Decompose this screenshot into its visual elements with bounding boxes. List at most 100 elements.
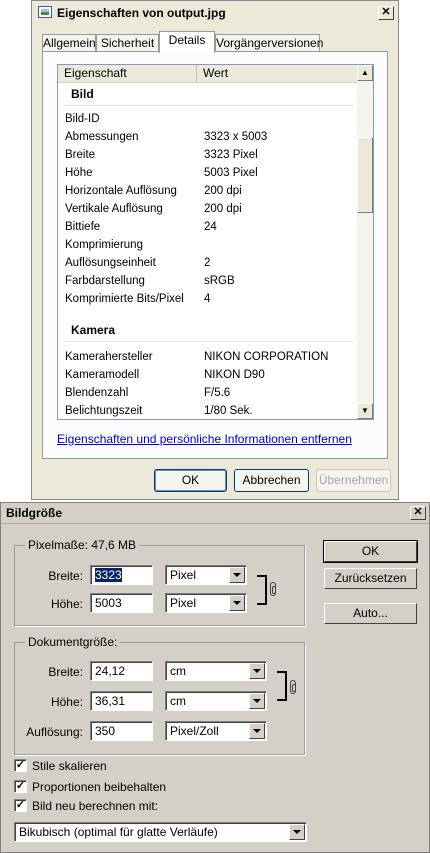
property-row[interactable]: Kamerahersteller NIKON CORPORATION [58, 348, 358, 366]
property-value: 3323 x 5003 [204, 131, 268, 143]
resample-method-select[interactable]: Bikubisch (optimal für glatte Verläufe) [14, 822, 307, 842]
ok-button[interactable]: OK [154, 469, 227, 492]
column-header-property[interactable]: Eigenschaft [58, 65, 197, 82]
property-value: 5003 Pixel [204, 167, 258, 179]
pixel-height-value: 5003 [95, 596, 122, 610]
property-value: F/5.6 [204, 387, 231, 399]
doc-height-unit-select[interactable]: cm [165, 691, 267, 711]
property-row[interactable]: Auflösungseinheit 2 [58, 254, 358, 272]
doc-width-label: Breite: [48, 665, 83, 679]
scale-styles-label[interactable]: Stile skalieren [32, 759, 107, 773]
resolution-unit-select[interactable]: Pixel/Zoll [165, 721, 267, 741]
scale-styles-checkbox[interactable]: ✓ [14, 759, 27, 772]
reset-button[interactable]: Zurücksetzen [324, 568, 417, 589]
image-size-close-button[interactable]: ✕ [410, 506, 426, 520]
doc-height-input[interactable]: 36,31 [90, 691, 153, 711]
properties-dialog: Eigenschaften von output.jpg ✕ Allgemein… [31, 0, 399, 500]
image-size-ok-button[interactable]: OK [323, 540, 418, 563]
resample-method-value: Bikubisch (optimal für glatte Verläufe) [19, 825, 218, 839]
check-icon: ✓ [15, 780, 26, 792]
resolution-label: Auflösung: [26, 725, 83, 739]
property-name: Breite [65, 149, 96, 161]
constrain-proportions-checkbox[interactable]: ✓ [14, 780, 27, 793]
pixel-width-input[interactable]: 3323 [90, 565, 153, 585]
property-value: sRGB [204, 275, 235, 287]
chain-link-icon [290, 680, 296, 694]
scroll-thumb[interactable] [357, 137, 373, 213]
property-row[interactable]: Farbdarstellung sRGB [58, 272, 358, 290]
property-row[interactable]: Breite 3323 Pixel [58, 146, 358, 164]
doc-height-unit: cm [170, 694, 186, 708]
doc-width-unit-select[interactable]: cm [165, 661, 267, 681]
tab-details[interactable]: Details [159, 31, 215, 53]
details-list[interactable]: Eigenschaft Wert Bild Bild-ID Abmessunge… [57, 64, 374, 420]
tab-sicherheit[interactable]: Sicherheit [96, 34, 159, 52]
pixel-height-input[interactable]: 5003 [90, 593, 153, 613]
property-value: 200 dpi [204, 203, 242, 215]
cancel-button[interactable]: Abbrechen [234, 469, 309, 492]
property-name: Bild-ID [65, 113, 100, 125]
chevron-down-icon [249, 723, 265, 739]
section-title: Kamera [71, 323, 116, 337]
property-row[interactable]: Blendenzahl F/5.6 [58, 384, 358, 402]
property-row[interactable]: Kameramodell NIKON D90 [58, 366, 358, 384]
arrow-down-icon: ▼ [361, 406, 369, 415]
arrow-up-icon: ▲ [361, 68, 369, 77]
property-value: 2 [204, 257, 211, 269]
scroll-up-button[interactable]: ▲ [357, 65, 373, 81]
constrain-bracket [257, 575, 267, 605]
property-row[interactable]: Vertikale Auflösung 200 dpi [58, 200, 358, 218]
section-divider [64, 105, 354, 106]
apply-button[interactable]: Übernehmen [316, 469, 391, 492]
pixel-width-value: 3323 [95, 568, 122, 582]
auto-button[interactable]: Auto... [324, 603, 417, 624]
pixel-width-unit-select[interactable]: Pixel [165, 565, 247, 585]
pixel-width-label: Breite: [48, 569, 83, 583]
resolution-input[interactable]: 350 [90, 721, 153, 741]
pixel-dimensions-label: Pixelmaße: 47,6 MB [25, 538, 140, 552]
chevron-down-icon [229, 567, 245, 583]
property-name: Höhe [65, 167, 93, 179]
property-row[interactable]: Horizontale Auflösung 200 dpi [58, 182, 358, 200]
property-name: Kamerahersteller [65, 351, 153, 363]
property-row[interactable]: Komprimierung [58, 236, 358, 254]
details-list-header: Eigenschaft Wert [58, 65, 358, 83]
check-icon: ✓ [15, 799, 26, 811]
property-name: Kameramodell [65, 369, 140, 381]
tab-allgemein[interactable]: Allgemein [42, 34, 96, 52]
close-icon: ✕ [413, 506, 423, 518]
property-row[interactable]: Bild-ID [58, 110, 358, 128]
tab-vorgaengerversionen[interactable]: Vorgängerversionen [215, 34, 323, 52]
properties-titlebar[interactable]: Eigenschaften von output.jpg ✕ [33, 2, 397, 24]
property-name: Komprimierte Bits/Pixel [65, 293, 184, 305]
property-row[interactable]: Komprimierte Bits/Pixel 4 [58, 290, 358, 308]
resolution-value: 350 [95, 724, 116, 738]
column-header-value[interactable]: Wert [197, 65, 358, 82]
scroll-down-button[interactable]: ▼ [357, 403, 373, 419]
properties-close-button[interactable]: ✕ [378, 6, 394, 20]
property-name: Vertikale Auflösung [65, 203, 163, 215]
doc-width-input[interactable]: 24,12 [90, 661, 153, 681]
property-value: 1/80 Sek. [204, 405, 253, 417]
details-scrollbar[interactable]: ▲ ▼ [357, 65, 373, 419]
chain-link-icon [270, 582, 276, 596]
property-row[interactable]: Belichtungszeit 1/80 Sek. [58, 402, 358, 419]
property-name: Bittiefe [65, 221, 101, 233]
pixel-width-unit: Pixel [170, 568, 197, 582]
resample-checkbox[interactable]: ✓ [14, 799, 27, 812]
remove-properties-link[interactable]: Eigenschaften und persönliche Informatio… [57, 432, 352, 446]
property-row[interactable]: Bittiefe 24 [58, 218, 358, 236]
property-row[interactable]: Höhe 5003 Pixel [58, 164, 358, 182]
properties-title: Eigenschaften von output.jpg [57, 6, 226, 20]
image-file-icon [38, 6, 52, 18]
property-name: Belichtungszeit [65, 405, 143, 417]
image-size-titlebar[interactable]: Bildgröße ✕ [1, 503, 429, 524]
doc-height-label: Höhe: [50, 695, 83, 709]
constrain-proportions-label[interactable]: Proportionen beibehalten [32, 780, 166, 794]
section-header-kamera: Kamera [58, 319, 358, 341]
resample-label[interactable]: Bild neu berechnen mit: [32, 799, 158, 813]
constrain-bracket [277, 671, 287, 701]
property-row[interactable]: Abmessungen 3323 x 5003 [58, 128, 358, 146]
chevron-down-icon [289, 824, 305, 840]
pixel-height-unit-select[interactable]: Pixel [165, 593, 247, 613]
